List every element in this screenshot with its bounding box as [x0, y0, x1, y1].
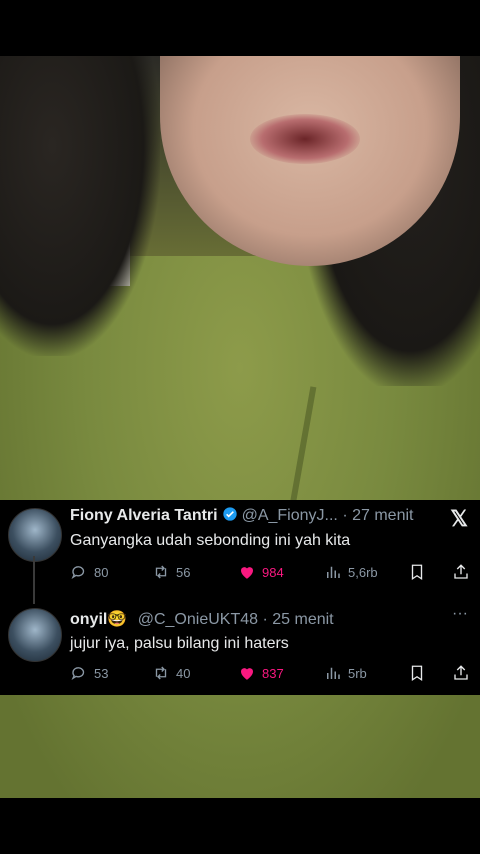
tweet-text: jujur iya, palsu bilang ini haters	[70, 635, 289, 652]
retweet-count: 56	[176, 564, 191, 580]
reply-button[interactable]: 53	[70, 664, 108, 682]
timestamp: · 25 menit	[262, 611, 334, 628]
lips	[250, 114, 360, 164]
thread-line	[33, 556, 35, 604]
bookmark-icon	[411, 665, 423, 682]
author-name[interactable]: Fiony Alveria Tantri	[70, 507, 218, 524]
hair-left	[0, 56, 160, 356]
author-handle[interactable]: @C_OnieUKT48	[138, 611, 258, 628]
timestamp: · 27 menit	[342, 507, 414, 524]
reply-count: 53	[94, 665, 109, 681]
like-count: 837	[262, 665, 284, 681]
tweet-overlay: Fiony Alveria Tantri @A_FionyJ... · 27 me…	[0, 500, 480, 695]
views-icon	[327, 667, 340, 679]
tweet-actions: 53 40 837 5rb	[70, 664, 470, 686]
heart-icon	[241, 567, 253, 579]
tweet-actions: 80 56 984 5,6rb	[70, 563, 470, 585]
reply-icon	[71, 566, 85, 579]
share-button[interactable]	[452, 563, 470, 581]
avatar[interactable]	[8, 508, 62, 562]
reply-button[interactable]: 80	[70, 563, 108, 581]
like-count: 984	[262, 564, 284, 580]
views-button[interactable]: 5,6rb	[324, 563, 378, 581]
tweet-header: Fiony Alveria Tantri @A_FionyJ... · 27 me…	[70, 506, 470, 528]
views-button[interactable]: 5rb	[324, 664, 367, 682]
share-button[interactable]	[452, 664, 470, 682]
reply-count: 80	[94, 564, 109, 580]
tweet-text: Ganyangka udah sebonding ini yah kita	[70, 532, 351, 549]
retweet-icon	[155, 565, 167, 579]
retweet-icon	[155, 666, 167, 680]
share-icon	[454, 564, 468, 579]
bookmark-button[interactable]	[408, 664, 426, 682]
retweet-button[interactable]: 40	[152, 664, 190, 682]
retweet-count: 40	[176, 665, 191, 681]
views-count: 5rb	[348, 665, 367, 681]
tweet[interactable]: Fiony Alveria Tantri @A_FionyJ... · 27 me…	[0, 500, 480, 604]
views-icon	[327, 566, 340, 578]
like-button[interactable]: 837	[238, 664, 284, 682]
share-icon	[454, 665, 468, 680]
reply-icon	[71, 667, 85, 680]
views-count: 5,6rb	[348, 564, 378, 580]
heart-icon	[241, 668, 253, 680]
bookmark-button[interactable]	[408, 563, 426, 581]
bookmark-icon	[411, 564, 423, 581]
x-logo-icon[interactable]: 𝕏	[450, 506, 468, 532]
verified-icon	[222, 507, 237, 521]
avatar[interactable]	[8, 608, 62, 662]
more-icon[interactable]: ···	[452, 605, 468, 623]
tweet-header: onyil🤓 @C_OnieUKT48 · 25 menit	[70, 609, 470, 631]
author-handle[interactable]: @A_FionyJ...	[242, 507, 338, 524]
retweet-button[interactable]: 56	[152, 563, 190, 581]
tweet-reply[interactable]: onyil🤓 @C_OnieUKT48 · 25 menit ··· jujur…	[0, 603, 480, 695]
like-button[interactable]: 984	[238, 563, 284, 581]
author-name[interactable]: onyil🤓	[70, 611, 127, 628]
